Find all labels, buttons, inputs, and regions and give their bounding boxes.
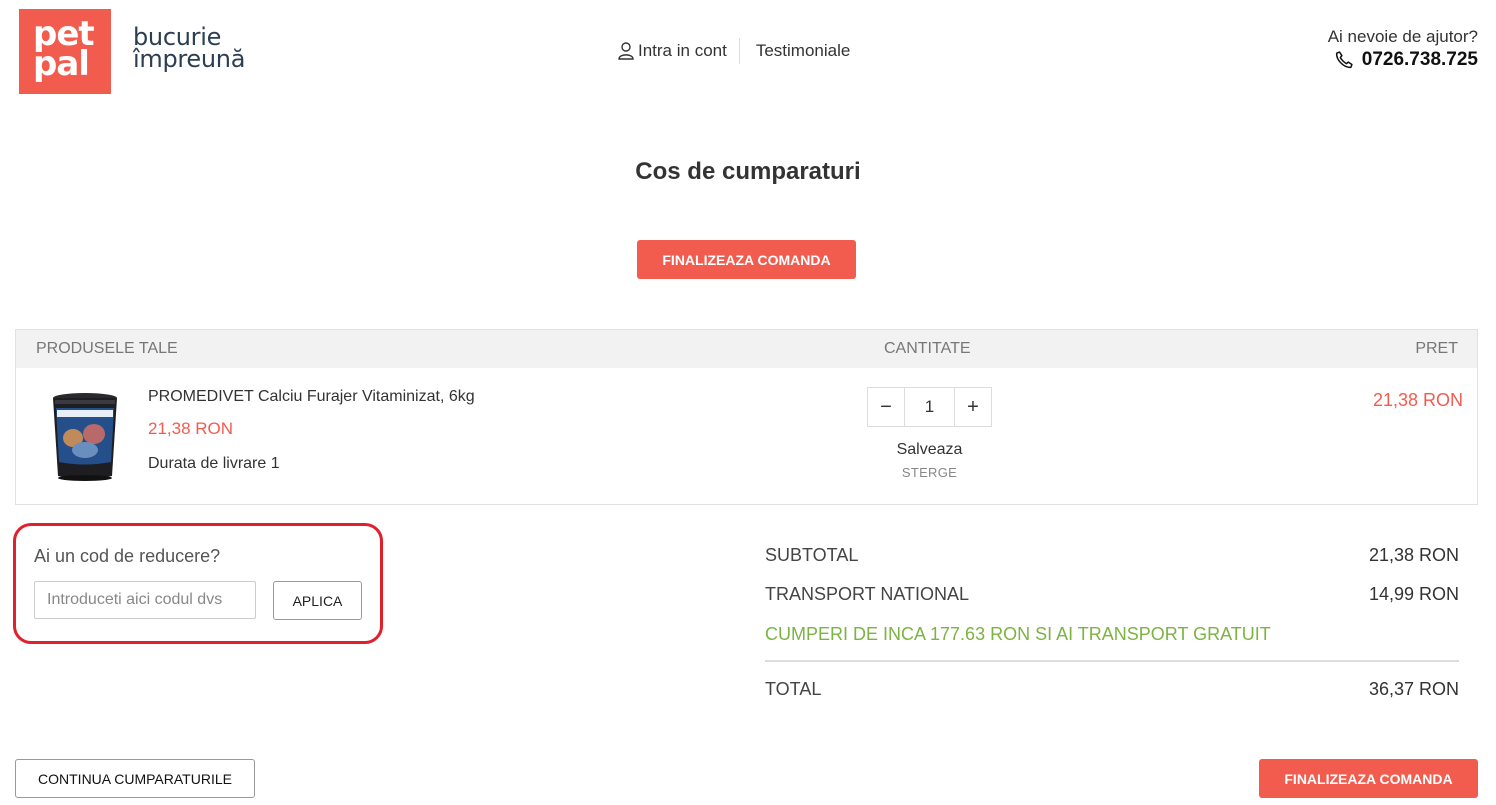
row-total-price: 21,38 RON <box>1372 390 1463 410</box>
continue-shopping-button[interactable]: CONTINUA CUMPARATURILE <box>15 759 255 798</box>
shipping-value: 14,99 RON <box>1368 584 1459 604</box>
logo-text-pal: pal <box>33 44 90 84</box>
checkout-button-top[interactable]: FINALIZEAZA COMANDA <box>637 240 856 279</box>
delete-link[interactable]: STERGE <box>867 465 992 480</box>
page-title: Cos de cumparaturi <box>635 158 861 185</box>
tagline-line2: împreună <box>133 45 246 73</box>
testimonials-link[interactable]: Testimoniale <box>740 41 851 61</box>
plus-icon[interactable]: + <box>955 388 991 426</box>
shipping-row: TRANSPORT NATIONAL 14,99 RON <box>765 584 1459 605</box>
phone-icon <box>1335 51 1353 69</box>
subtotal-row: SUBTOTAL 21,38 RON <box>765 545 1459 566</box>
total-value: 36,37 RON <box>1368 679 1459 699</box>
cart-header-row: PRODUSELE TALE CANTITATE PRET <box>16 330 1477 368</box>
phone-link[interactable]: 0726.738.725 <box>1328 49 1478 71</box>
quantity-stepper: − 1 + <box>867 387 992 427</box>
phone-number: 0726.738.725 <box>1361 49 1478 70</box>
total-row: TOTAL 36,37 RON <box>765 679 1459 700</box>
product-name-link[interactable]: PROMEDIVET Calciu Furajer Vitaminizat, 6… <box>148 388 475 406</box>
minus-icon[interactable]: − <box>868 388 904 426</box>
subtotal-value: 21,38 RON <box>1368 545 1459 565</box>
login-label: Intra in cont <box>638 41 727 60</box>
save-link[interactable]: Salveaza <box>867 441 992 459</box>
checkout-button-bottom[interactable]: FINALIZEAZA COMANDA <box>1259 759 1478 798</box>
subtotal-label: SUBTOTAL <box>765 545 859 565</box>
help-question: Ai nevoie de ajutor? <box>1327 27 1478 46</box>
apply-button[interactable]: APLICA <box>273 581 362 620</box>
header-products: PRODUSELE TALE <box>36 340 178 357</box>
product-unit-price: 21,38 RON <box>148 419 234 438</box>
brand-tagline: bucurie împreună <box>133 25 246 73</box>
product-image[interactable] <box>38 390 132 484</box>
cart-table: PRODUSELE TALE CANTITATE PRET PROMEDIVET… <box>15 329 1478 505</box>
delivery-time: Durata de livrare 1 <box>148 455 280 472</box>
discount-code-input[interactable] <box>34 581 256 619</box>
header-nav: Intra in cont Testimoniale <box>618 38 850 64</box>
shipping-label: TRANSPORT NATIONAL <box>765 584 970 604</box>
user-icon <box>618 42 634 60</box>
header-price: PRET <box>1415 340 1458 357</box>
login-link[interactable]: Intra in cont <box>618 38 740 64</box>
discount-section: Ai un cod de reducere? APLICA <box>13 523 383 644</box>
free-shipping-message: CUMPERI DE INCA 177.63 RON SI AI TRANSPO… <box>765 624 1271 644</box>
discount-label: Ai un cod de reducere? <box>34 546 221 566</box>
help-contact: Ai nevoie de ajutor? 0726.738.725 <box>1328 27 1478 71</box>
brand-logo[interactable]: pet pal <box>19 9 111 94</box>
quantity-value[interactable]: 1 <box>904 388 955 426</box>
totals-divider <box>765 660 1459 662</box>
header-quantity: CANTITATE <box>884 340 971 357</box>
total-label: TOTAL <box>765 679 822 699</box>
